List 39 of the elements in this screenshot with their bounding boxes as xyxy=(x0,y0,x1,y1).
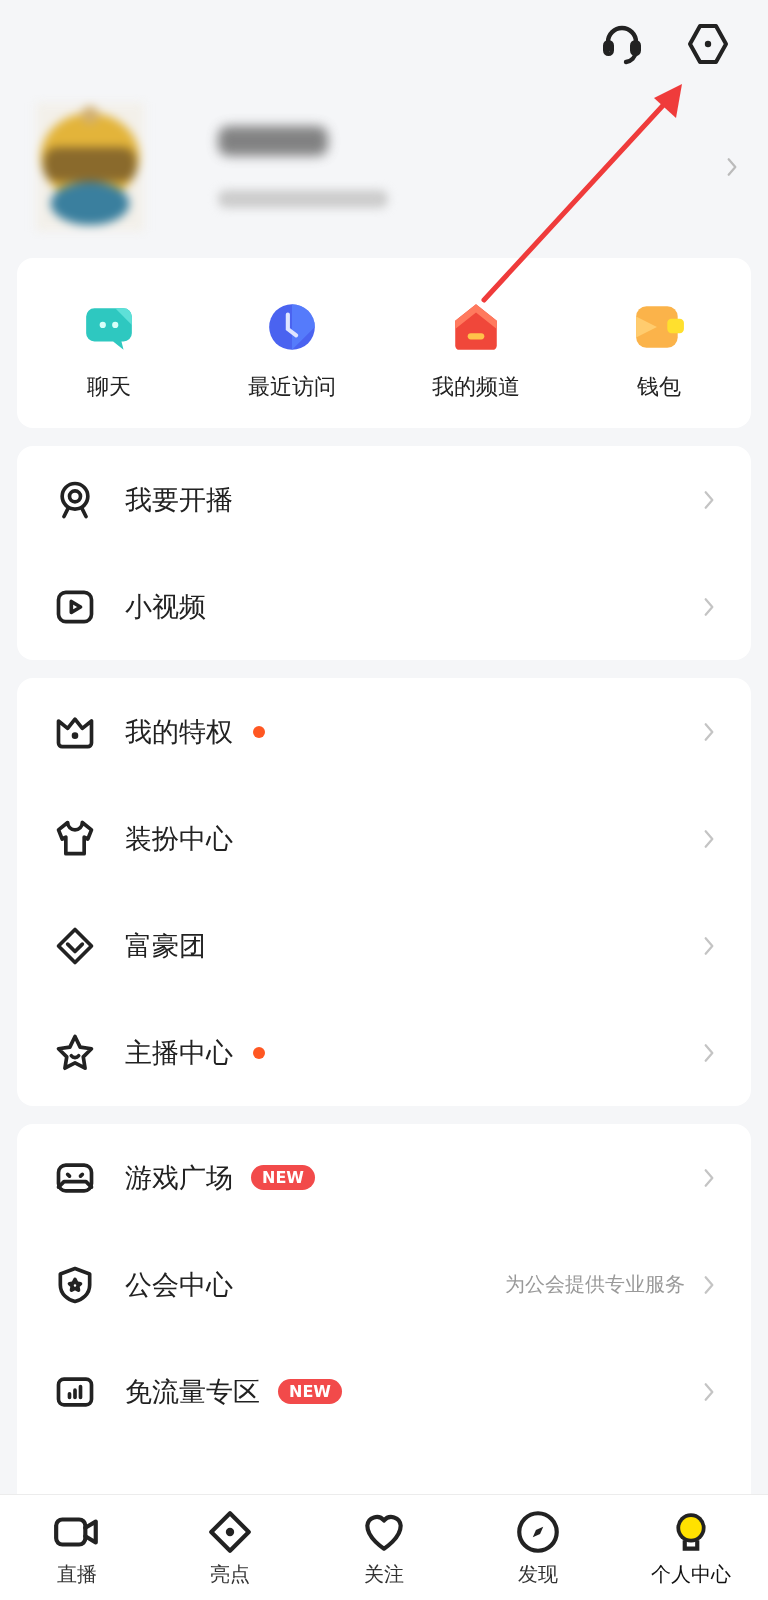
quick-action-label[interactable]: 我的频道 xyxy=(431,372,520,402)
menu-label: 免流量专区 xyxy=(125,1374,260,1409)
quick-action-label[interactable]: 聊天 xyxy=(86,372,131,402)
menu-row[interactable]: 游戏广场 NEW xyxy=(17,1124,751,1231)
menu-row[interactable]: 我的特权 xyxy=(17,678,751,785)
menu-label: 小视频 xyxy=(125,589,206,624)
chevron-right-icon xyxy=(703,1381,715,1402)
new-badge: NEW xyxy=(278,1379,342,1404)
menu-row[interactable]: 富豪团 xyxy=(17,892,751,999)
nav-tab[interactable]: 关注 xyxy=(307,1495,461,1600)
chevron-right-icon xyxy=(703,1042,715,1063)
chevron-right-icon xyxy=(703,489,715,510)
menu-label: 游戏广场 xyxy=(125,1160,233,1195)
menu-label: 我要开播 xyxy=(125,482,233,517)
new-badge: NEW xyxy=(251,1165,315,1190)
menu-row[interactable]: 装扮中心 xyxy=(17,785,751,892)
chevron-right-icon xyxy=(703,1274,715,1295)
menu-label: 装扮中心 xyxy=(125,821,233,856)
chevron-right-icon xyxy=(703,1167,715,1188)
menu-row[interactable]: 主播中心 xyxy=(17,999,751,1106)
menu-row[interactable]: 我要开播 xyxy=(17,446,751,553)
menu-label: 我的特权 xyxy=(125,714,233,749)
nav-tab[interactable]: 直播 xyxy=(0,1495,154,1600)
nav-tab[interactable]: 亮点 xyxy=(153,1495,308,1600)
menu-hint: 为公会提供专业服务 xyxy=(505,1271,685,1298)
chevron-right-icon xyxy=(703,596,715,617)
menu-row[interactable]: 小视频 xyxy=(17,553,751,660)
chevron-right-icon xyxy=(703,935,715,956)
quick-action-label[interactable]: 钱包 xyxy=(637,372,682,402)
nav-tab[interactable]: 个人中心 xyxy=(614,1495,768,1600)
nav-tab[interactable]: 发现 xyxy=(460,1495,615,1600)
chevron-right-icon xyxy=(703,828,715,849)
quick-action-label[interactable]: 最近访问 xyxy=(248,372,337,402)
menu-row[interactable]: 公会中心 为公会提供专业服务 xyxy=(17,1231,751,1338)
chevron-right-icon xyxy=(703,721,715,742)
menu-row[interactable]: 免流量专区 NEW xyxy=(17,1338,751,1445)
menu-label: 公会中心 xyxy=(125,1267,233,1302)
menu-label: 富豪团 xyxy=(125,928,206,963)
menu-label: 主播中心 xyxy=(125,1035,233,1070)
